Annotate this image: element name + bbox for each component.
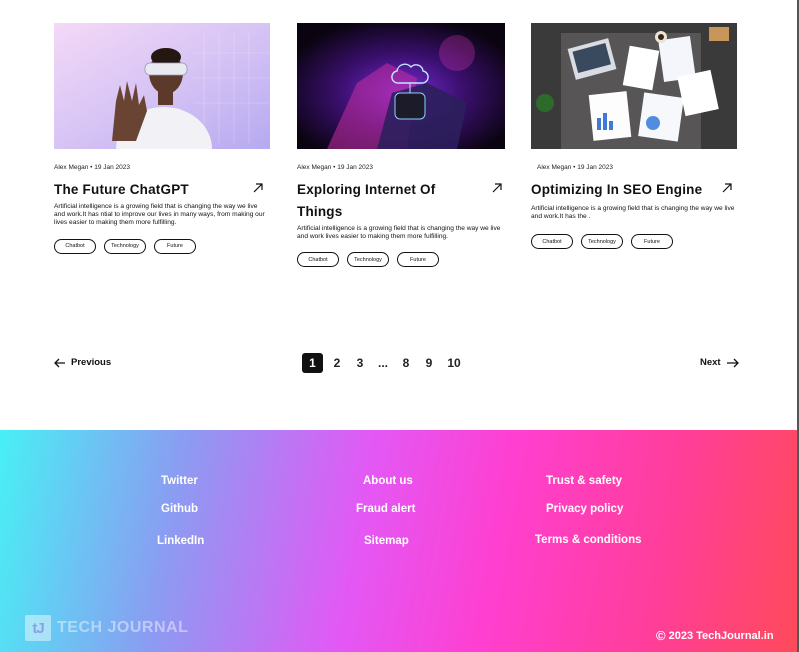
post-meta: Alex Megan • 19 Jan 2023 — [537, 164, 613, 171]
pagination: Previous 1 2 3 ... 8 9 10 Next — [0, 352, 799, 374]
arrow-left-icon — [54, 358, 65, 367]
page-3-button[interactable]: 3 — [349, 356, 371, 370]
footer-link-twitter[interactable]: Twitter — [161, 475, 198, 487]
post-description: Artificial intelligence is a growing fie… — [297, 225, 501, 241]
tag-chatbot[interactable]: Chatbot — [297, 252, 339, 268]
arrow-up-right-icon[interactable] — [252, 182, 264, 194]
blog-card[interactable]: Alex Megan • 19 Jan 2023 Optimizing In S… — [531, 23, 743, 250]
post-meta: Alex Megan • 19 Jan 2023 — [54, 164, 130, 171]
tag-technology[interactable]: Technology — [104, 238, 146, 254]
copyright-icon: © — [656, 628, 666, 643]
arrow-right-icon — [726, 358, 739, 367]
footer-link-privacy-policy[interactable]: Privacy policy — [546, 503, 623, 515]
post-meta: Alex Megan • 19 Jan 2023 — [297, 164, 373, 171]
page-ellipsis: ... — [377, 356, 388, 370]
post-image-seo[interactable] — [531, 23, 737, 149]
copyright-text: 2023 TechJournal.in — [668, 629, 774, 642]
post-description: Artificial intelligence is a growing fie… — [531, 205, 735, 221]
post-title[interactable]: The Future ChatGPT — [54, 179, 189, 201]
page-8-button[interactable]: 8 — [395, 356, 417, 370]
logo-text: TECH JOURNAL — [57, 619, 189, 636]
next-button[interactable]: Next — [700, 357, 739, 368]
page-2-button[interactable]: 2 — [326, 356, 348, 370]
next-label: Next — [700, 357, 721, 368]
post-title[interactable]: Exploring Internet Of Things — [297, 179, 467, 223]
tag-technology[interactable]: Technology — [581, 234, 623, 250]
footer-link-fraud-alert[interactable]: Fraud alert — [356, 503, 415, 515]
footer-link-terms-conditions[interactable]: Terms & conditions — [535, 534, 642, 546]
footer-link-trust-safety[interactable]: Trust & safety — [546, 475, 622, 487]
footer-link-sitemap[interactable]: Sitemap — [364, 535, 409, 547]
page-numbers: 1 2 3 ... 8 9 10 — [302, 352, 466, 374]
blog-card[interactable]: Alex Megan • 19 Jan 2023 The Future Chat… — [54, 23, 270, 254]
page-9-button[interactable]: 9 — [418, 356, 440, 370]
previous-label: Previous — [71, 357, 112, 368]
tag-technology[interactable]: Technology — [347, 252, 389, 268]
post-image-vr[interactable] — [54, 23, 270, 149]
footer-link-linkedin[interactable]: LinkedIn — [157, 535, 204, 547]
footer-link-about-us[interactable]: About us — [363, 475, 413, 487]
post-description: Artificial intelligence is a growing fie… — [54, 203, 265, 227]
page-10-button[interactable]: 10 — [443, 356, 465, 370]
tag-future[interactable]: Future — [631, 234, 673, 250]
footer-link-github[interactable]: Github — [161, 503, 198, 515]
tag-future[interactable]: Future — [154, 238, 196, 254]
tag-future[interactable]: Future — [397, 252, 439, 268]
arrow-up-right-icon[interactable] — [491, 182, 503, 194]
tag-chatbot[interactable]: Chatbot — [54, 238, 96, 254]
post-image-iot[interactable] — [297, 23, 509, 149]
post-title[interactable]: Optimizing In SEO Engine — [531, 179, 702, 201]
arrow-up-right-icon[interactable] — [721, 182, 733, 194]
tech-journal-logo[interactable]: tJ TECH JOURNAL — [25, 615, 188, 641]
tag-chatbot[interactable]: Chatbot — [531, 234, 573, 250]
site-footer: Twitter Github LinkedIn About us Fraud a… — [0, 430, 797, 652]
previous-button[interactable]: Previous — [54, 357, 111, 368]
logo-mark: tJ — [25, 615, 51, 641]
copyright: © 2023 TechJournal.in — [656, 628, 774, 643]
blog-card[interactable]: Alex Megan • 19 Jan 2023 Exploring Inter… — [297, 23, 509, 268]
page-1-button[interactable]: 1 — [302, 353, 323, 373]
